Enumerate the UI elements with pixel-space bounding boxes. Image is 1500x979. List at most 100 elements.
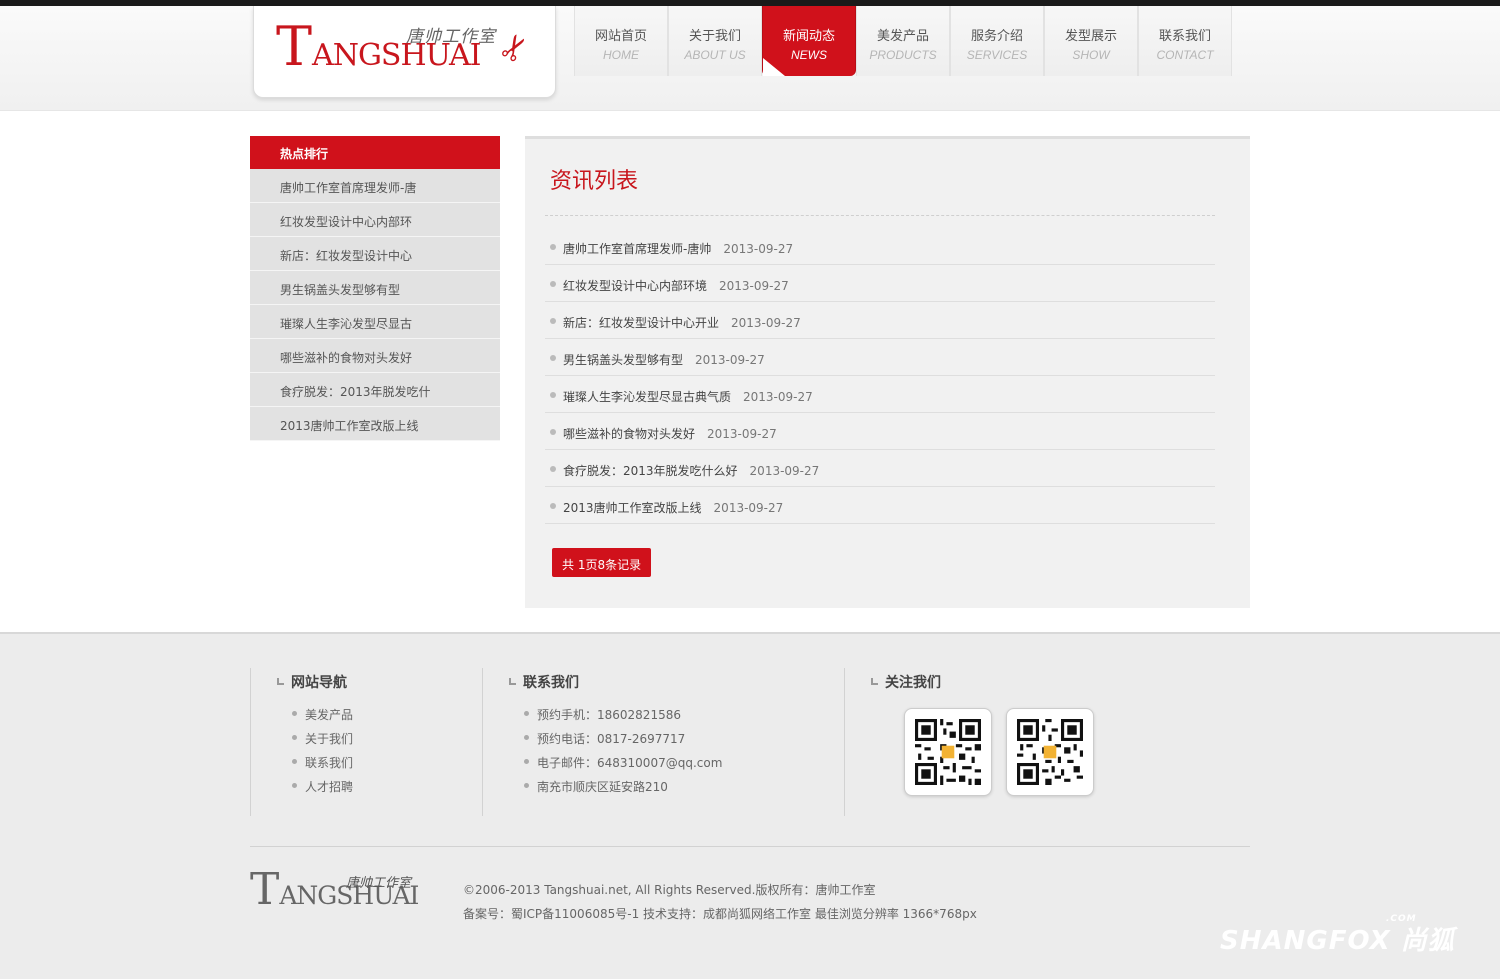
list-item: 红妆发型设计中心内部环境 2013-09-27: [545, 265, 1215, 302]
bullet-icon: [524, 735, 529, 740]
qr-code-icon[interactable]: [1006, 708, 1094, 796]
news-date: 2013-09-27: [743, 390, 813, 404]
news-date: 2013-09-27: [713, 501, 784, 515]
icp-text: 备案号：蜀ICP备11006085号-1 技术支持：成都尚狐网络工作室 最佳浏览…: [463, 907, 977, 921]
contact-text: 预约手机：18602821586: [537, 708, 681, 722]
nav-label: 发型展示: [1064, 29, 1117, 44]
corner-icon: [871, 678, 878, 685]
bullet-icon: [292, 783, 297, 788]
footer-nav-link[interactable]: 人才招聘: [291, 778, 353, 802]
news-title-link[interactable]: 男生锅盖头发型够有型: [563, 353, 683, 367]
footer-contact-title: 联系我们: [509, 672, 579, 692]
footer-contact-column: 联系我们 预约手机：18602821586 预约电话：0817-2697717 …: [482, 668, 844, 816]
scissors-icon: ✂: [490, 25, 540, 71]
footer-nav-label: 人才招聘: [305, 780, 354, 794]
sidebar-item[interactable]: 新店：红妆发型设计中心: [250, 237, 500, 271]
sidebar-item[interactable]: 男生锅盖头发型够有型: [250, 271, 500, 305]
copyright-block: ©2006-2013 Tangshuai.net, All Rights Res…: [463, 878, 977, 926]
footer-nav-list: 美发产品 关于我们 联系我们 人才招聘: [291, 706, 353, 802]
list-item: 璀璨人生李沁发型尽显古典气质 2013-09-27: [545, 376, 1215, 413]
news-title-link[interactable]: 璀璨人生李沁发型尽显古典气质: [563, 390, 731, 404]
sidebar-item[interactable]: 唐帅工作室首席理发师-唐: [250, 169, 500, 203]
news-title-link[interactable]: 红妆发型设计中心内部环境: [563, 279, 707, 293]
sidebar: 热点排行 唐帅工作室首席理发师-唐 红妆发型设计中心内部环 新店：红妆发型设计中…: [250, 136, 500, 441]
news-date: 2013-09-27: [719, 279, 789, 293]
footer-nav-title-text: 网站导航: [291, 675, 347, 691]
news-date: 2013-09-27: [749, 464, 820, 478]
contact-text: 南充市顺庆区延安路210: [537, 780, 668, 794]
nav-label: 网站首页: [594, 29, 647, 44]
bullet-icon: [292, 735, 297, 740]
news-date: 2013-09-27: [731, 316, 801, 330]
nav-label-en: PRODUCTS: [869, 48, 937, 62]
footer-contact-title-text: 联系我们: [523, 675, 579, 691]
footer-follow-title-text: 关注我们: [885, 675, 941, 691]
footer-logo-initial: T: [250, 864, 280, 915]
news-date: 2013-09-27: [707, 427, 777, 441]
nav-label: 联系我们: [1158, 29, 1211, 44]
watermark-small: .COM: [1386, 914, 1417, 924]
nav-services[interactable]: 服务介绍 SERVICES: [950, 6, 1044, 76]
header: TANGSHUAI 唐帅工作室 ✂ 网站首页 HOME 关于我们 ABOUT U…: [0, 6, 1500, 111]
sidebar-item[interactable]: 红妆发型设计中心内部环: [250, 203, 500, 237]
nav-show[interactable]: 发型展示 SHOW: [1044, 6, 1138, 76]
nav-contact[interactable]: 联系我们 CONTACT: [1138, 6, 1232, 76]
news-title-link[interactable]: 哪些滋补的食物对头发好: [563, 427, 695, 441]
logo[interactable]: TANGSHUAI 唐帅工作室 ✂: [253, 6, 556, 98]
sidebar-item[interactable]: 食疗脱发：2013年脱发吃什: [250, 373, 500, 407]
sidebar-item[interactable]: 哪些滋补的食物对头发好: [250, 339, 500, 373]
corner-icon: [509, 678, 516, 685]
list-item: 新店：红妆发型设计中心开业 2013-09-27: [545, 302, 1215, 339]
page-curl-decoration: [763, 58, 785, 76]
list-item: 男生锅盖头发型够有型 2013-09-27: [545, 339, 1215, 376]
list-item: 食疗脱发：2013年脱发吃什么好 2013-09-27: [545, 450, 1215, 487]
news-title-link[interactable]: 2013唐帅工作室改版上线: [563, 501, 702, 515]
sidebar-item[interactable]: 2013唐帅工作室改版上线: [250, 407, 500, 441]
nav-label-en: SHOW: [1072, 48, 1110, 62]
news-panel: 资讯列表 唐帅工作室首席理发师-唐帅 2013-09-27 红妆发型设计中心内部环…: [525, 136, 1250, 608]
news-title-link[interactable]: 新店：红妆发型设计中心开业: [563, 316, 719, 330]
nav-news[interactable]: 新闻动态 NEWS: [762, 6, 856, 76]
contact-text: 电子邮件：648310007@qq.com: [537, 756, 723, 770]
bullet-icon: [292, 711, 297, 716]
list-item: 哪些滋补的食物对头发好 2013-09-27: [545, 413, 1215, 450]
footer-nav-link[interactable]: 联系我们: [291, 754, 353, 778]
pagination-info[interactable]: 共 1页8条记录: [552, 548, 652, 577]
bullet-icon: [524, 759, 529, 764]
footer-nav-link[interactable]: 关于我们: [291, 730, 353, 754]
footer-follow-title: 关注我们: [871, 672, 941, 692]
contact-address: 南充市顺庆区延安路210: [523, 778, 722, 802]
contact-mobile: 预约手机：18602821586: [523, 706, 722, 730]
news-title-link[interactable]: 食疗脱发：2013年脱发吃什么好: [563, 464, 738, 478]
contact-phone: 预约电话：0817-2697717: [523, 730, 722, 754]
footer-nav-label: 美发产品: [305, 708, 354, 722]
nav-products[interactable]: 美发产品 PRODUCTS: [856, 6, 950, 76]
bullet-icon: [524, 711, 529, 716]
bullet-icon: [550, 281, 556, 287]
bullet-icon: [292, 759, 297, 764]
footer-nav-title: 网站导航: [277, 672, 347, 692]
footer-logo: TANGSHUAI 唐帅工作室: [250, 868, 419, 912]
footer-nav-label: 关于我们: [305, 732, 354, 746]
bullet-icon: [550, 466, 556, 472]
news-title-link[interactable]: 唐帅工作室首席理发师-唐帅: [563, 242, 711, 256]
footer-divider: [250, 846, 1250, 847]
qr-code-graphic: [1017, 719, 1083, 785]
logo-chinese: 唐帅工作室: [406, 27, 496, 47]
qr-code-icon[interactable]: [904, 708, 992, 796]
footer-nav-link[interactable]: 美发产品: [291, 706, 353, 730]
sidebar-item[interactable]: 璀璨人生李沁发型尽显古: [250, 305, 500, 339]
nav-label-en: HOME: [603, 48, 639, 62]
qr-code-graphic: [915, 719, 981, 785]
nav-about[interactable]: 关于我们 ABOUT US: [668, 6, 762, 76]
nav-label: 服务介绍: [970, 29, 1023, 44]
logo-initial: T: [276, 15, 313, 78]
contact-text: 预约电话：0817-2697717: [537, 732, 686, 746]
footer-logo-chinese: 唐帅工作室: [346, 876, 412, 891]
bullet-icon: [524, 783, 529, 788]
bullet-icon: [550, 355, 556, 361]
watermark: SHANGFOX 尚狐 .COM: [1220, 914, 1455, 957]
nav-label: 美发产品: [876, 29, 929, 44]
corner-icon: [277, 678, 284, 685]
nav-home[interactable]: 网站首页 HOME: [574, 6, 668, 76]
